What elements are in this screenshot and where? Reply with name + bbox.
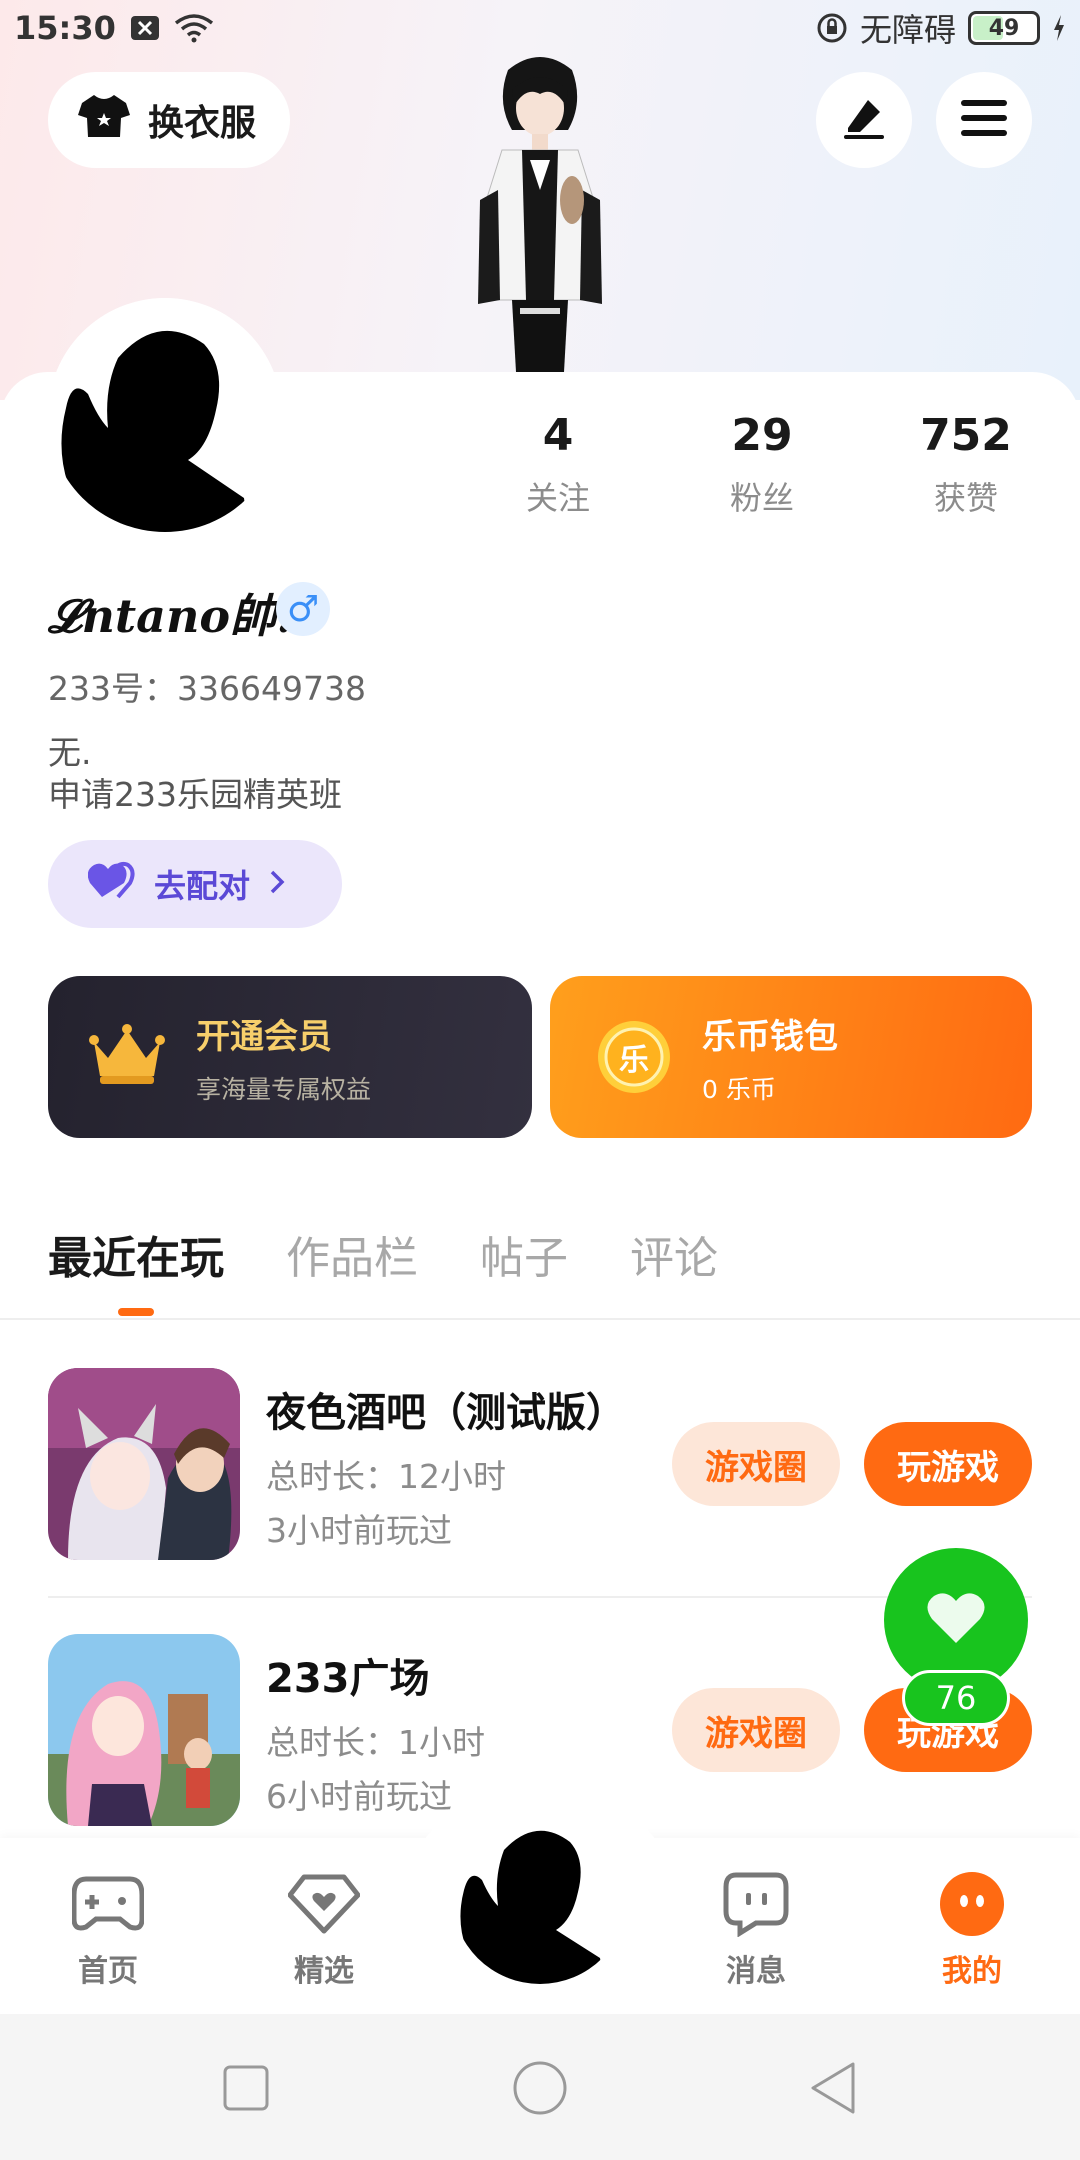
game-name: 夜色酒吧（测试版）: [266, 1390, 626, 1436]
edit-profile-button[interactable]: [816, 72, 912, 168]
user-id[interactable]: 233号：336649738: [48, 662, 366, 710]
game-total-duration: 总时长：12小时: [266, 1457, 506, 1496]
accessibility-label: 无障碍: [859, 11, 956, 49]
profile-avatar[interactable]: [48, 298, 282, 532]
followers-count: 29: [731, 410, 793, 461]
crown-icon: [88, 1024, 166, 1090]
chat-bubble-icon: [686, 1868, 826, 1940]
smiley-profile-icon: [902, 1868, 1042, 1940]
followers-label: 粉丝: [729, 479, 794, 517]
wifi-icon: [174, 13, 214, 43]
battery-indicator: 49: [968, 11, 1040, 45]
nav-featured-label: 精选: [294, 1954, 354, 1989]
nav-center-avatar[interactable]: [452, 1808, 628, 1984]
following-count: 4: [542, 410, 574, 461]
nav-messages[interactable]: 消息: [686, 1868, 826, 1990]
tab-posts[interactable]: 帖子: [480, 1222, 568, 1286]
nav-profile[interactable]: 我的: [902, 1868, 1042, 1990]
following-label: 关注: [525, 479, 590, 517]
game-row[interactable]: 夜色酒吧（测试版） 总时长：12小时 3小时前玩过 游戏圈 玩游戏: [48, 1368, 1032, 1560]
tab-comments[interactable]: 评论: [630, 1222, 718, 1286]
system-navigation-bar: [0, 2014, 1080, 2160]
play-game-button[interactable]: 玩游戏: [864, 1422, 1032, 1506]
nav-featured[interactable]: 精选: [254, 1868, 394, 1990]
change-outfit-label: 换衣服: [148, 103, 257, 144]
vip-title: 开通会员: [196, 1016, 332, 1057]
likes-label: 获赞: [933, 479, 998, 517]
go-match-button[interactable]: 去配对: [48, 840, 342, 928]
charging-icon: [1052, 14, 1066, 42]
pen-icon: [840, 94, 888, 146]
bio-line-2: 申请233乐园精英班: [48, 775, 342, 814]
row-divider: [48, 1596, 1032, 1598]
heart-gem-icon: [254, 1868, 394, 1940]
close-box-icon: [130, 15, 160, 41]
vip-subtitle: 享海量专属权益: [196, 1074, 372, 1104]
tshirt-icon: [78, 93, 130, 148]
game-total-duration: 总时长：1小时: [266, 1723, 485, 1762]
bio: 无. 申请233乐园精英班: [48, 732, 342, 816]
tab-works[interactable]: 作品栏: [286, 1222, 418, 1286]
bio-line-1: 无.: [48, 733, 92, 772]
coin-balance: 0 乐币: [702, 1074, 776, 1104]
game-circle-button[interactable]: 游戏圈: [672, 1688, 840, 1772]
nav-profile-label: 我的: [942, 1954, 1002, 1989]
double-heart-icon: [87, 861, 136, 907]
battery-level: 49: [988, 15, 1020, 41]
gender-male-badge: ♂: [276, 582, 330, 636]
tab-recently-played[interactable]: 最近在玩: [48, 1222, 224, 1286]
coin-icon: 乐: [596, 1019, 672, 1095]
heart-icon: [926, 1591, 986, 1649]
active-tab-indicator: [118, 1308, 154, 1316]
nav-home-label: 首页: [78, 1954, 138, 1989]
back-button[interactable]: [804, 2058, 864, 2118]
change-outfit-button[interactable]: 换衣服: [48, 72, 290, 168]
profile-tabs: 最近在玩 作品栏 帖子 评论: [48, 1222, 718, 1286]
coin-wallet-title: 乐币钱包: [702, 1016, 838, 1057]
likes-count: 752: [920, 410, 1012, 461]
game-icon-night-bar[interactable]: [48, 1368, 240, 1560]
go-match-label: 去配对: [154, 867, 251, 905]
nav-home[interactable]: 首页: [38, 1868, 178, 1990]
vip-membership-card[interactable]: 开通会员 享海量专属权益: [48, 976, 532, 1138]
lock-rotation-icon: [816, 12, 848, 44]
username: 𝓛ntano帥.: [48, 589, 293, 643]
recent-apps-button[interactable]: [216, 2058, 276, 2118]
menu-button[interactable]: [936, 72, 1032, 168]
status-bar: 15:30 无障碍 49: [0, 0, 1080, 56]
gamepad-icon: [38, 1868, 178, 1940]
character-avatar-figure[interactable]: [450, 50, 630, 372]
followers-stat[interactable]: 29 粉丝: [662, 410, 862, 519]
status-time: 15:30: [14, 9, 116, 47]
home-button[interactable]: [510, 2058, 570, 2118]
following-stat[interactable]: 4 关注: [458, 410, 658, 519]
hamburger-menu-icon: [961, 98, 1007, 142]
game-name: 233广场: [266, 1656, 430, 1702]
chevron-right-icon: [268, 865, 286, 903]
coin-badge-label: 乐: [619, 1043, 649, 1078]
like-count: 76: [902, 1670, 1010, 1726]
likes-stat[interactable]: 752 获赞: [866, 410, 1066, 519]
coin-wallet-card[interactable]: 乐 乐币钱包 0 乐币: [550, 976, 1032, 1138]
tabs-divider: [0, 1318, 1080, 1320]
game-circle-button[interactable]: 游戏圈: [672, 1422, 840, 1506]
game-last-played: 3小时前玩过: [266, 1511, 452, 1550]
nav-messages-label: 消息: [726, 1954, 786, 1989]
game-icon-233-plaza[interactable]: [48, 1634, 240, 1826]
game-last-played: 6小时前玩过: [266, 1777, 452, 1816]
